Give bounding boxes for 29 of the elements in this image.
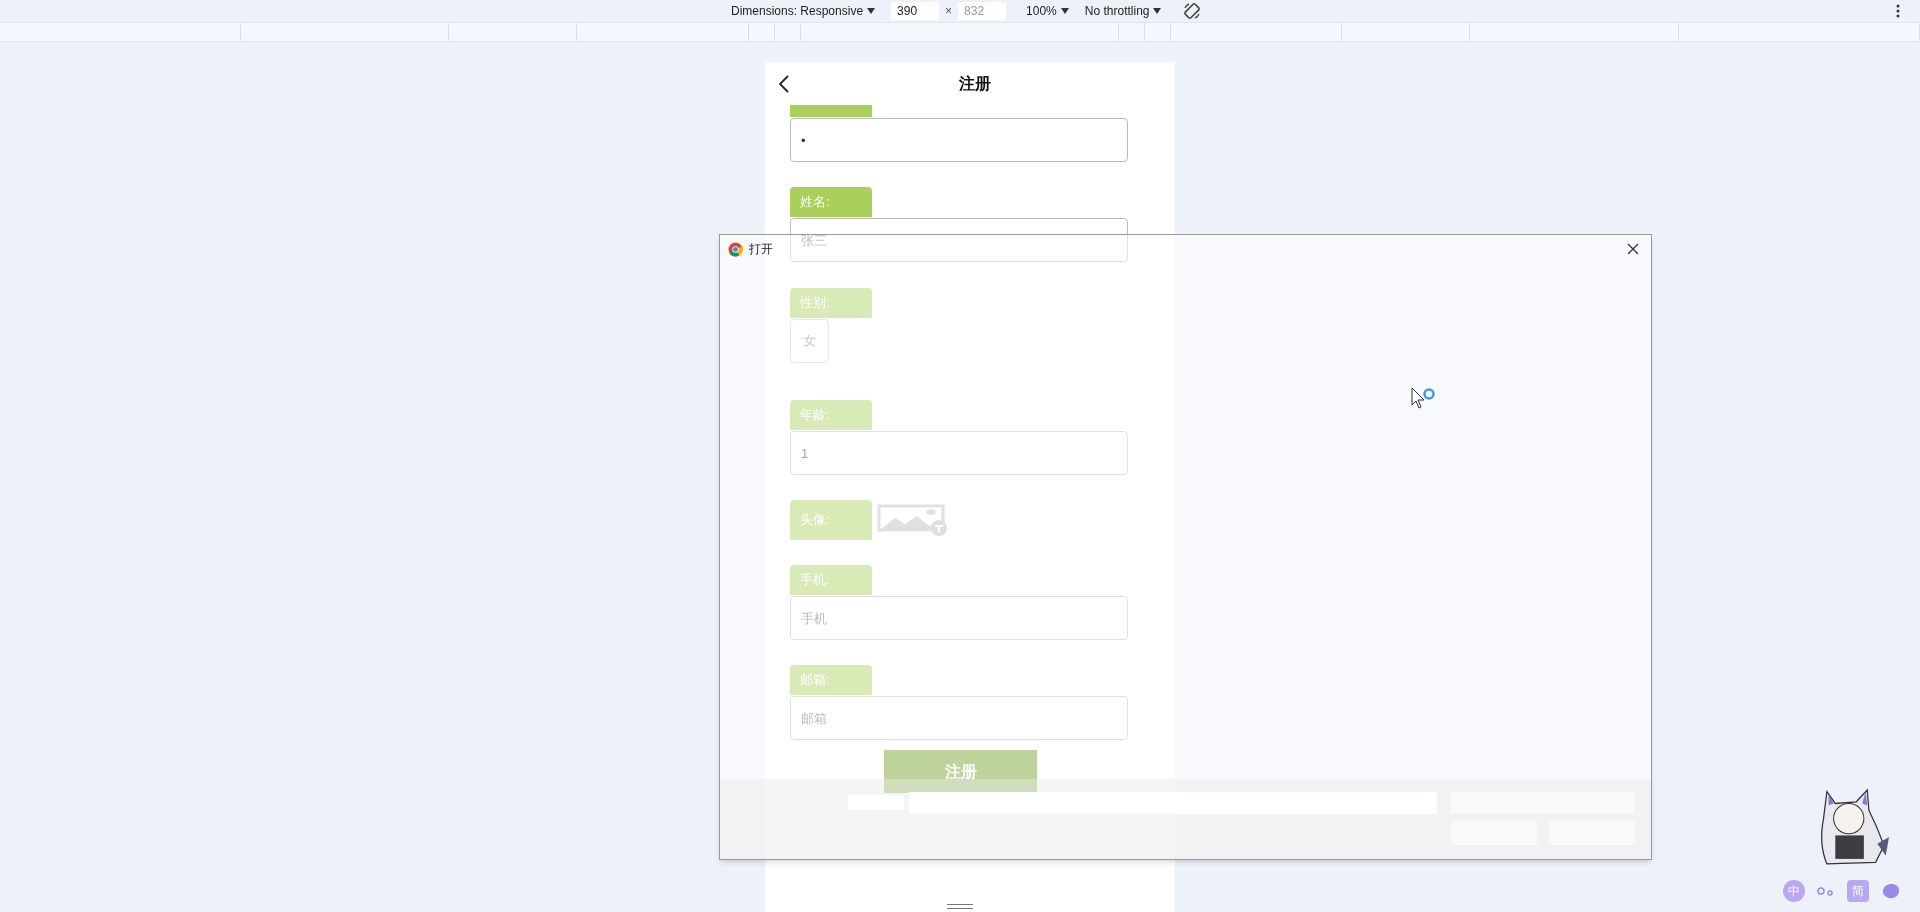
page-title: 注册 [958,73,991,94]
ime-skin-icon[interactable] [1881,882,1901,900]
file-name-field[interactable] [909,792,1437,814]
text-field[interactable]: 手机 [790,596,1128,640]
dialog-title: 打开 [749,241,773,258]
caret-icon [1060,8,1069,14]
caret-icon [1153,8,1162,14]
text-field[interactable]: 邮箱 [790,696,1128,740]
field-label: 性别: [790,288,872,318]
field-label: 年龄: [790,400,872,430]
times-sign: × [945,3,953,20]
rotate-icon[interactable] [1183,2,1202,20]
width-field[interactable]: 390 [891,2,940,20]
browser-logo-icon [728,241,743,257]
punctuation-icon[interactable] [1817,886,1835,896]
throttling-dropdown[interactable]: No throttling [1084,2,1162,20]
text-field[interactable]: • [790,118,1128,162]
field-label: 姓名: [790,187,872,217]
caret-icon [867,8,876,14]
more-options-icon[interactable] [1896,4,1900,18]
busy-cursor-icon [1411,387,1437,411]
dimensions-dropdown[interactable]: Dimensions: Responsive [731,2,876,20]
field-label: 邮箱: [790,665,872,695]
close-icon[interactable] [1627,243,1639,255]
zoom-dropdown[interactable]: 100% [1026,2,1069,20]
field-label: 手机: [790,565,872,595]
back-icon[interactable] [778,74,790,93]
height-field[interactable]: 832 [958,2,1007,20]
field-label: 头像: [790,500,872,540]
